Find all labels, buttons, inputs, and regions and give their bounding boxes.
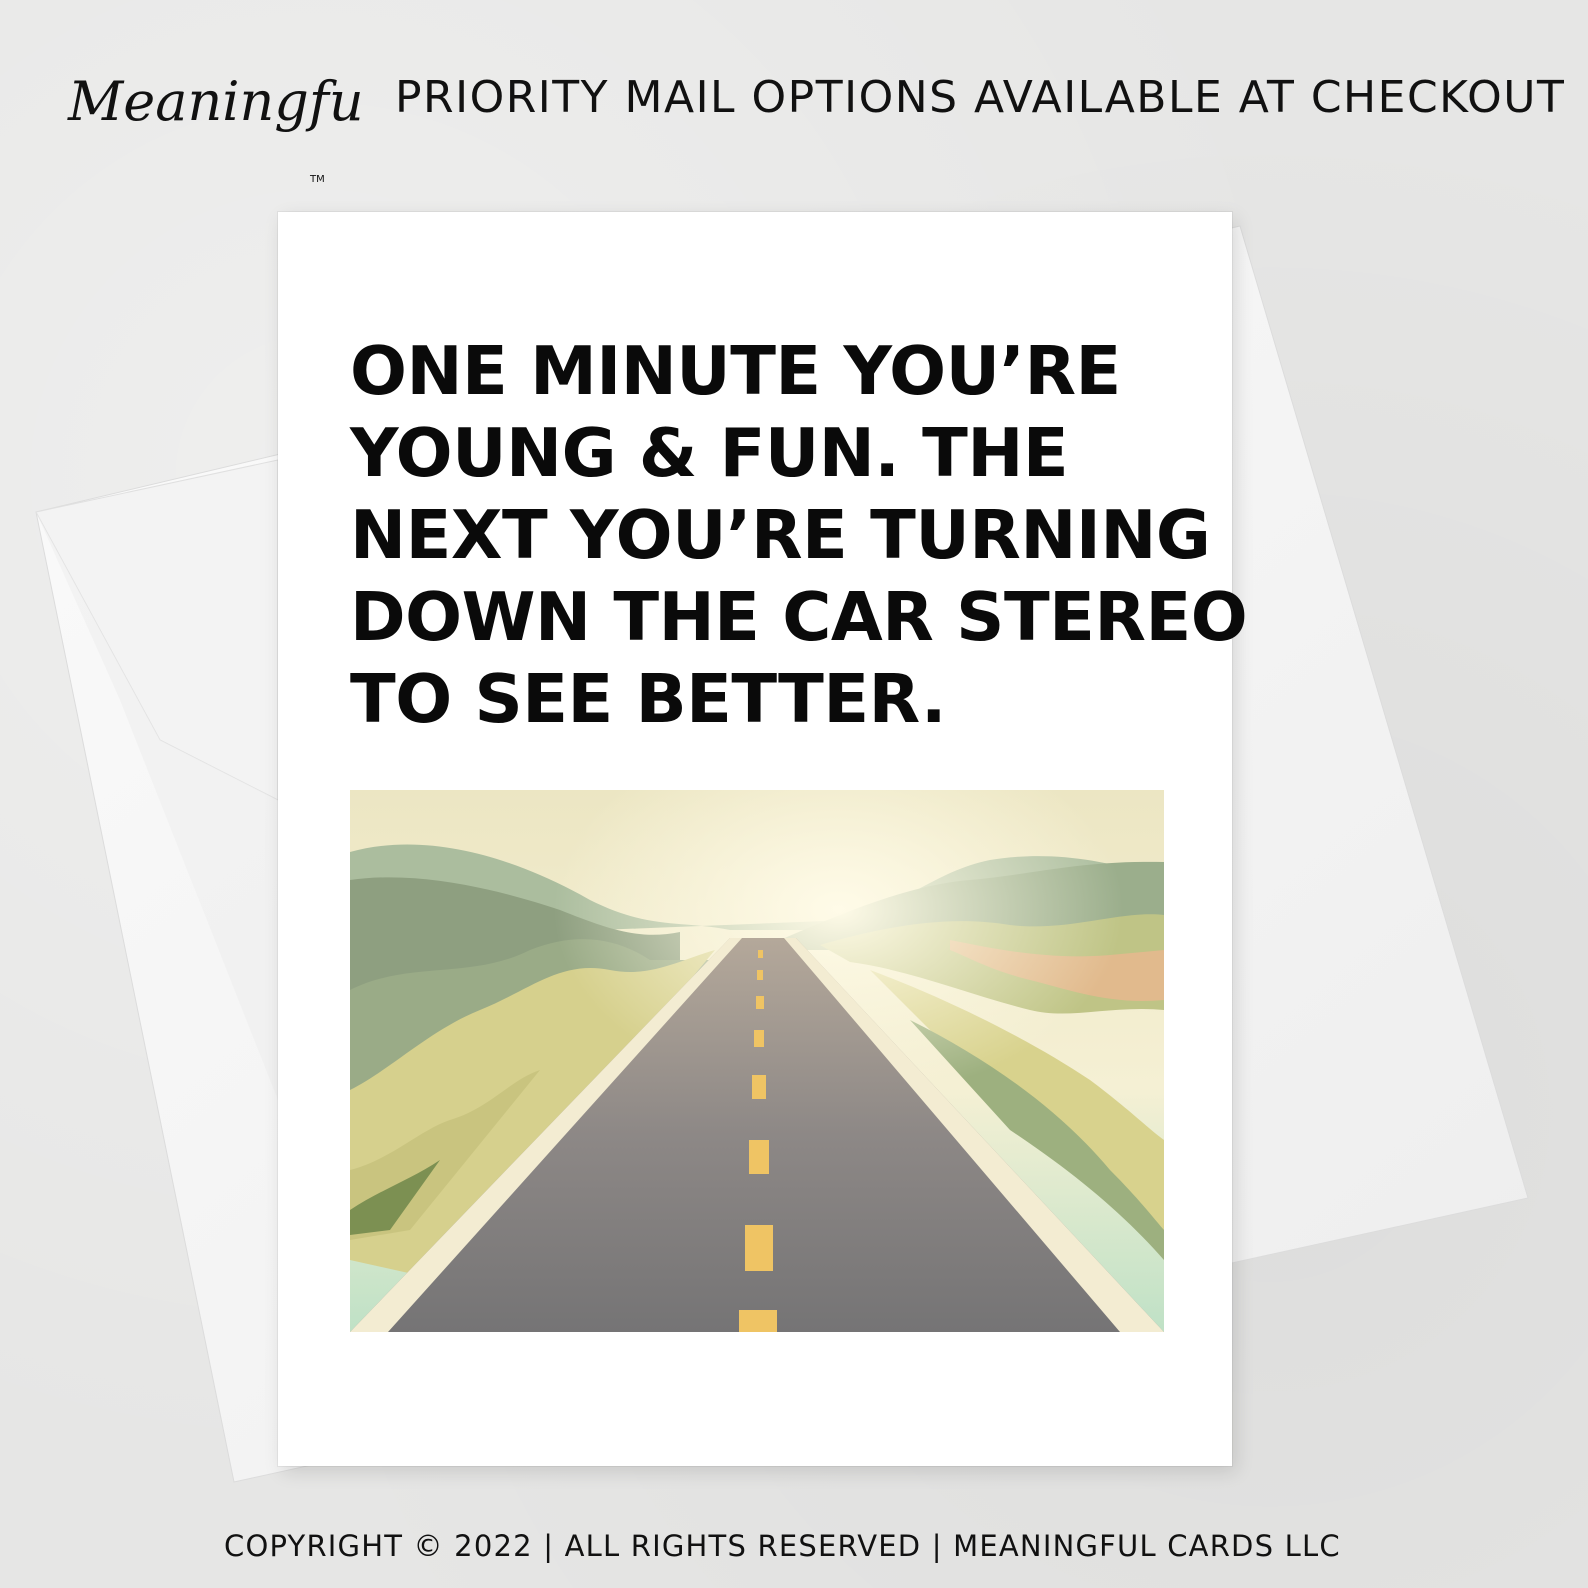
card-line-1: ONE MINUTE YOU’RE (350, 332, 1121, 410)
card-line-4: DOWN THE CAR STEREO (350, 578, 1248, 656)
logo-word-1: Meaningful Cards (67, 70, 360, 133)
card-line-5: TO SEE BETTER. (350, 660, 946, 738)
priority-mail-banner: PRIORITY MAIL OPTIONS AVAILABLE AT CHECK… (395, 72, 1566, 123)
brand-logo: Meaningful Cards TM (60, 62, 560, 192)
card-line-3: NEXT YOU’RE TURNING (350, 496, 1211, 574)
open-road-illustration (350, 790, 1164, 1332)
card-line-2: YOUNG & FUN. THE (350, 414, 1069, 492)
greeting-card: ONE MINUTE YOU’RE YOUNG & FUN. THE NEXT … (278, 212, 1248, 1466)
logo-trademark: TM (309, 174, 325, 185)
card-message: ONE MINUTE YOU’RE YOUNG & FUN. THE NEXT … (350, 330, 1248, 740)
open-road-icon (350, 790, 1164, 1332)
copyright-footer: COPYRIGHT © 2022 | ALL RIGHTS RESERVED |… (224, 1529, 1341, 1563)
brand-logo-mark: Meaningful Cards TM (67, 70, 560, 185)
